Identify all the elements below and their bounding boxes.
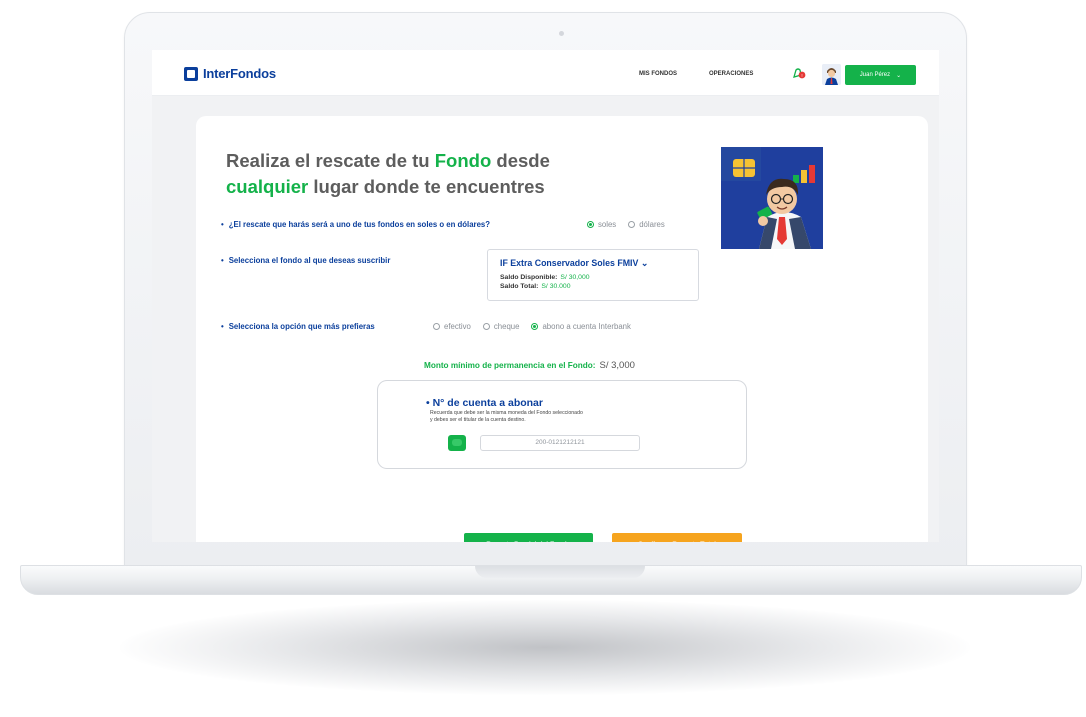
radio-efectivo-label[interactable]: efectivo [444, 322, 471, 331]
currency-radio-group: soles dólares [587, 220, 665, 229]
partial-rescue-button[interactable]: Rescate Parcial del Fondo [464, 533, 593, 542]
minimum-label: Monto mínimo de permanencia en el Fondo: [424, 361, 596, 370]
logo-mark-icon [184, 66, 198, 81]
laptop-mockup: InterFondos MIS FONDOS OPERACIONES ! Jua… [0, 0, 1086, 717]
option-question: • Selecciona la opción que más prefieras [221, 322, 375, 331]
camera-dot [559, 31, 564, 36]
radio-cheque-label[interactable]: cheque [494, 322, 520, 331]
chevron-down-icon: ⌄ [896, 72, 902, 79]
logo-text: InterFondos [203, 66, 276, 81]
radio-soles[interactable] [587, 221, 594, 228]
headline-highlight-1: Fondo [434, 150, 492, 171]
user-menu-button[interactable]: Juan Pérez ⌄ [845, 65, 916, 85]
total-label: Saldo Total: [500, 283, 539, 290]
fund-select[interactable]: IF Extra Conservador Soles FMIV ⌄ Saldo … [487, 249, 699, 301]
laptop-notch [475, 566, 645, 578]
account-note-line-1: Recuerda que debe ser la misma moneda de… [430, 410, 583, 416]
chevron-down-icon: ⌄ [640, 258, 649, 268]
available-value: S/ 30,000 [560, 274, 590, 281]
fund-question: • Selecciona el fondo al que deseas suscr… [221, 256, 390, 265]
radio-abono-label[interactable]: abono a cuenta Interbank [542, 322, 630, 331]
nav-mis-fondos[interactable]: MIS FONDOS [639, 71, 677, 77]
radio-abono[interactable] [531, 323, 539, 330]
avatar[interactable] [822, 64, 841, 85]
radio-dolares-label[interactable]: dólares [639, 220, 665, 229]
currency-question: • ¿El rescate que harás será a uno de tus… [221, 220, 490, 229]
account-note: Recuerda que debe ser la misma moneda de… [430, 410, 710, 424]
radio-efectivo[interactable] [433, 323, 440, 330]
svg-text:!: ! [801, 73, 802, 78]
radio-dolares[interactable] [628, 221, 636, 228]
radio-soles-label[interactable]: soles [598, 220, 616, 229]
option-question-label: Selecciona la opción que más prefieras [228, 322, 375, 331]
minimum-balance: Monto mínimo de permanencia en el Fondo:… [424, 360, 635, 371]
top-navbar: InterFondos MIS FONDOS OPERACIONES ! Jua… [152, 50, 939, 96]
nav-operaciones[interactable]: OPERACIONES [709, 71, 753, 77]
businessman-illustration [721, 147, 823, 249]
account-note-line-2: y debes ser el titular de la cuenta dest… [430, 417, 526, 423]
bullet: • [221, 220, 224, 229]
bullet: • [221, 322, 224, 331]
account-title-text: N° de cuenta a abonar [432, 397, 543, 409]
fund-available: Saldo Disponible: S/ 30,000 [500, 274, 590, 281]
minimum-amount: S/ 3,000 [599, 360, 635, 371]
account-panel: • N° de cuenta a abonar Recuerda que deb… [377, 380, 747, 469]
account-title: • N° de cuenta a abonar [426, 397, 543, 409]
total-value: S/ 30.000 [541, 283, 571, 290]
total-rescue-button[interactable]: Confirmar Rescate Total [612, 533, 742, 542]
app-screen: InterFondos MIS FONDOS OPERACIONES ! Jua… [152, 50, 939, 542]
laptop-shadow [120, 600, 970, 695]
headline-text-1: Realiza el rescate de tu [226, 150, 435, 171]
fund-total: Saldo Total: S/ 30.000 [500, 283, 571, 290]
bell-icon[interactable]: ! [793, 67, 806, 79]
fund-question-label: Selecciona el fondo al que deseas suscri… [228, 256, 391, 265]
radio-cheque[interactable] [482, 323, 490, 330]
bullet: • [221, 256, 224, 265]
option-radio-group: efectivo cheque abono a cuenta Interbank [433, 322, 631, 331]
logo[interactable]: InterFondos [184, 66, 276, 81]
headline-highlight-2: cualquier [226, 176, 309, 197]
rescate-card: Realiza el rescate de tu Fondo desde cua… [196, 116, 928, 542]
headline-text-3: lugar donde te encuentres [308, 176, 545, 197]
account-number-input[interactable]: 200-0121212121 [480, 435, 640, 451]
fund-select-value: IF Extra Conservador Soles FMIV ⌄ [500, 258, 648, 269]
user-name: Juan Pérez [859, 72, 891, 78]
fund-name: IF Extra Conservador Soles FMIV [500, 258, 639, 268]
available-label: Saldo Disponible: [500, 274, 558, 281]
page-title: Realiza el rescate de tu Fondo desde cua… [226, 148, 550, 200]
bank-account-icon [448, 435, 466, 451]
headline-text-2: desde [491, 150, 550, 171]
currency-question-label: ¿El rescate que harás será a uno de tus … [228, 220, 491, 229]
